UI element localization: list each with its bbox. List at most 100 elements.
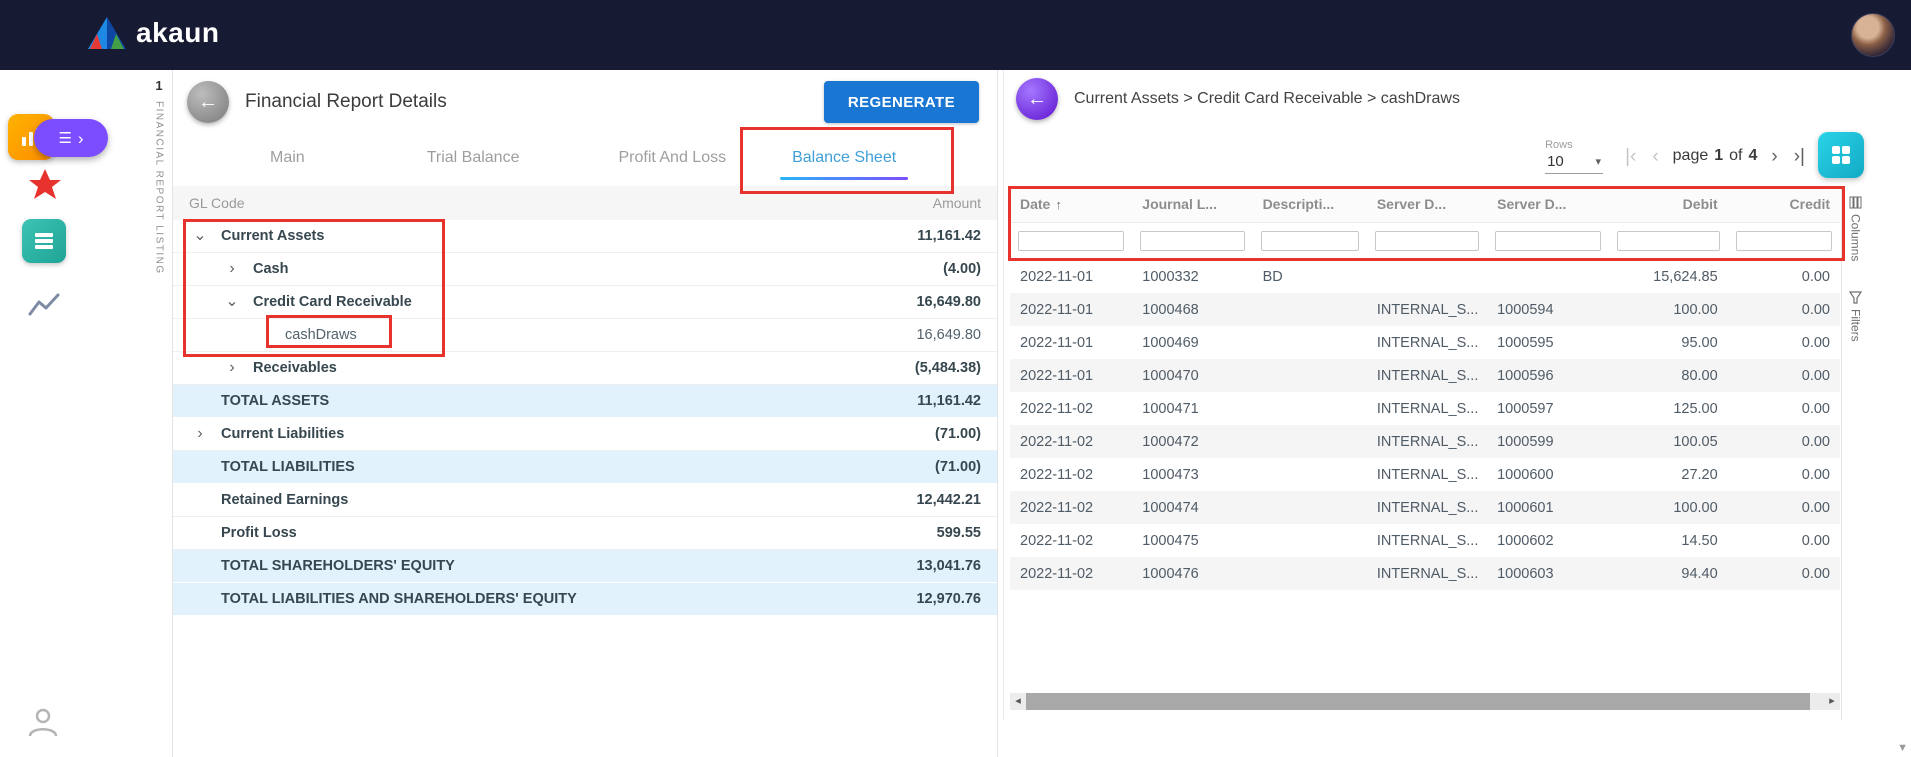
scroll-left-icon[interactable]: ◂ <box>1010 693 1026 710</box>
sort-asc-icon: ↑ <box>1055 197 1062 212</box>
filters-button[interactable]: Filters <box>1849 291 1863 342</box>
transactions-table: Date↑ Journal L... Descripti... Server D… <box>1010 186 1840 590</box>
table-row[interactable]: 2022-11-011000469 INTERNAL_S...1000595 9… <box>1010 326 1840 359</box>
module-index: 1 <box>146 78 172 93</box>
table-row[interactable]: 2022-11-021000475 INTERNAL_S...1000602 1… <box>1010 524 1840 557</box>
back-arrow-icon: ← <box>198 91 218 114</box>
brand-name: akaun <box>136 17 219 49</box>
chevron-down-icon: ▾ <box>1596 155 1602 168</box>
col-header-server-doc-2[interactable]: Server D... <box>1487 186 1609 222</box>
columns-icon <box>1849 196 1862 209</box>
col-header-credit[interactable]: Credit <box>1728 186 1840 222</box>
regenerate-button[interactable]: REGENERATE <box>824 81 979 123</box>
sidebar-toggle-button[interactable]: ☰ › <box>34 119 108 157</box>
filter-server-doc-2-input[interactable] <box>1495 231 1601 251</box>
tree-row-current-liabilities[interactable]: › Current Liabilities (71.00) <box>173 418 997 451</box>
person-outline-icon <box>26 705 60 739</box>
user-avatar[interactable] <box>1851 13 1895 57</box>
current-page: 1 <box>1714 147 1723 165</box>
detail-panel: ← Current Assets > Credit Card Receivabl… <box>1003 70 1869 720</box>
tab-main[interactable]: Main <box>268 136 307 180</box>
chevron-right-icon[interactable]: › <box>221 360 243 376</box>
tree-row-credit-card-receivable[interactable]: ⌄ Credit Card Receivable 16,649.80 <box>173 286 997 319</box>
report-panel: ← Financial Report Details REGENERATE Ma… <box>172 70 998 757</box>
balance-table: ⌄ Current Assets 11,161.42 › Cash (4.00)… <box>173 220 997 616</box>
ledger-app-icon[interactable] <box>22 219 66 263</box>
scrollbar-thumb[interactable] <box>1026 693 1810 710</box>
page-indicator: page 1 of 4 <box>1673 147 1758 165</box>
col-header-date[interactable]: Date↑ <box>1010 186 1132 222</box>
filter-funnel-icon <box>1849 291 1862 304</box>
detail-header: ← Current Assets > Credit Card Receivabl… <box>1004 70 1869 128</box>
col-header-description[interactable]: Descripti... <box>1253 186 1367 222</box>
report-tabs: Main Trial Balance Profit And Loss Balan… <box>173 136 997 180</box>
table-row[interactable]: 2022-11-011000470 INTERNAL_S...1000596 8… <box>1010 359 1840 392</box>
analytics-app-icon[interactable] <box>28 292 60 318</box>
table-row[interactable]: 2022-11-021000471 INTERNAL_S...1000597 1… <box>1010 392 1840 425</box>
back-button[interactable]: ← <box>187 81 229 123</box>
table-row[interactable]: 2022-11-021000472 INTERNAL_S...1000599 1… <box>1010 425 1840 458</box>
columns-button[interactable]: Columns <box>1849 196 1863 261</box>
expand-arrow-icon: › <box>78 130 84 147</box>
horizontal-scrollbar[interactable]: ◂ ▸ <box>1010 693 1840 710</box>
filter-description-input[interactable] <box>1261 231 1359 251</box>
rows-label: Rows <box>1545 139 1603 151</box>
table-row[interactable]: 2022-11-021000476 INTERNAL_S...1000603 9… <box>1010 557 1840 590</box>
first-page-button[interactable]: |‹ <box>1623 147 1638 166</box>
grid-view-button[interactable] <box>1818 132 1864 178</box>
table-controls: Rows 10 ▾ |‹ ‹ page 1 of 4 › ›| <box>1545 128 1807 184</box>
chevron-right-icon[interactable]: › <box>221 261 243 277</box>
breadcrumb[interactable]: Current Assets > Credit Card Receivable … <box>1074 90 1460 108</box>
rows-per-page-select[interactable]: Rows 10 ▾ <box>1545 139 1603 174</box>
rows-per-page-value: 10 <box>1547 153 1564 170</box>
col-header-server-doc[interactable]: Server D... <box>1367 186 1487 222</box>
profile-icon[interactable] <box>26 705 60 739</box>
red-star-icon <box>27 167 63 203</box>
tab-trial-balance[interactable]: Trial Balance <box>425 136 522 180</box>
back-arrow-icon: ← <box>1027 88 1047 111</box>
table-row[interactable]: 2022-11-021000474 INTERNAL_S...1000601 1… <box>1010 491 1840 524</box>
filter-journal-input[interactable] <box>1140 231 1244 251</box>
chevron-down-icon[interactable]: ⌄ <box>189 228 211 244</box>
tree-row-cash[interactable]: › Cash (4.00) <box>173 253 997 286</box>
filter-date-input[interactable] <box>1018 231 1124 251</box>
page-scroll-down-icon[interactable]: ▼ <box>1897 742 1908 754</box>
detail-table-area: Date↑ Journal L... Descripti... Server D… <box>1010 186 1840 720</box>
balance-table-header: GL Code Amount <box>173 186 997 220</box>
last-page-button[interactable]: ›| <box>1792 147 1807 166</box>
grid-view-icon <box>1830 144 1852 166</box>
menu-icon: ☰ <box>58 129 71 147</box>
row-total-liabilities-and-equity: TOTAL LIABILITIES AND SHAREHOLDERS' EQUI… <box>173 583 997 616</box>
col-header-debit[interactable]: Debit <box>1609 186 1727 222</box>
chevron-down-icon[interactable]: ⌄ <box>221 294 243 310</box>
table-row[interactable]: 2022-11-011000332BD 15,624.850.00 <box>1010 260 1840 293</box>
app-sidebar: ☰ › <box>0 70 92 757</box>
page-title: Financial Report Details <box>245 91 447 113</box>
filter-server-doc-input[interactable] <box>1375 231 1479 251</box>
row-total-assets: TOTAL ASSETS 11,161.42 <box>173 385 997 418</box>
table-list-icon <box>33 230 55 252</box>
filter-debit-input[interactable] <box>1617 231 1719 251</box>
module-rail: 1 FINANCIAL REPORT LISTING <box>146 70 172 757</box>
top-bar: akaun <box>0 0 1911 70</box>
chevron-right-icon[interactable]: › <box>189 426 211 442</box>
tab-balance-sheet[interactable]: Balance Sheet <box>790 136 898 180</box>
detail-back-button[interactable]: ← <box>1016 78 1058 120</box>
report-header: ← Financial Report Details REGENERATE <box>173 70 997 134</box>
filter-credit-input[interactable] <box>1736 231 1832 251</box>
akaun-logo[interactable]: akaun <box>88 16 219 50</box>
table-row[interactable]: 2022-11-011000468 INTERNAL_S...1000594 1… <box>1010 293 1840 326</box>
prev-page-button[interactable]: ‹ <box>1650 147 1660 166</box>
table-row[interactable]: 2022-11-021000473 INTERNAL_S...1000600 2… <box>1010 458 1840 491</box>
tree-row-receivables[interactable]: › Receivables (5,484.38) <box>173 352 997 385</box>
pdf-app-icon[interactable] <box>27 167 63 203</box>
tree-row-cashdraws[interactable]: cashDraws 16,649.80 <box>173 319 997 352</box>
line-chart-icon <box>28 292 60 318</box>
next-page-button[interactable]: › <box>1769 147 1779 166</box>
tree-row-current-assets[interactable]: ⌄ Current Assets 11,161.42 <box>173 220 997 253</box>
tab-profit-and-loss[interactable]: Profit And Loss <box>616 136 728 180</box>
col-header-journal[interactable]: Journal L... <box>1132 186 1252 222</box>
scroll-right-icon[interactable]: ▸ <box>1824 693 1840 710</box>
gl-code-header: GL Code <box>189 195 245 211</box>
module-label: FINANCIAL REPORT LISTING <box>154 101 165 275</box>
